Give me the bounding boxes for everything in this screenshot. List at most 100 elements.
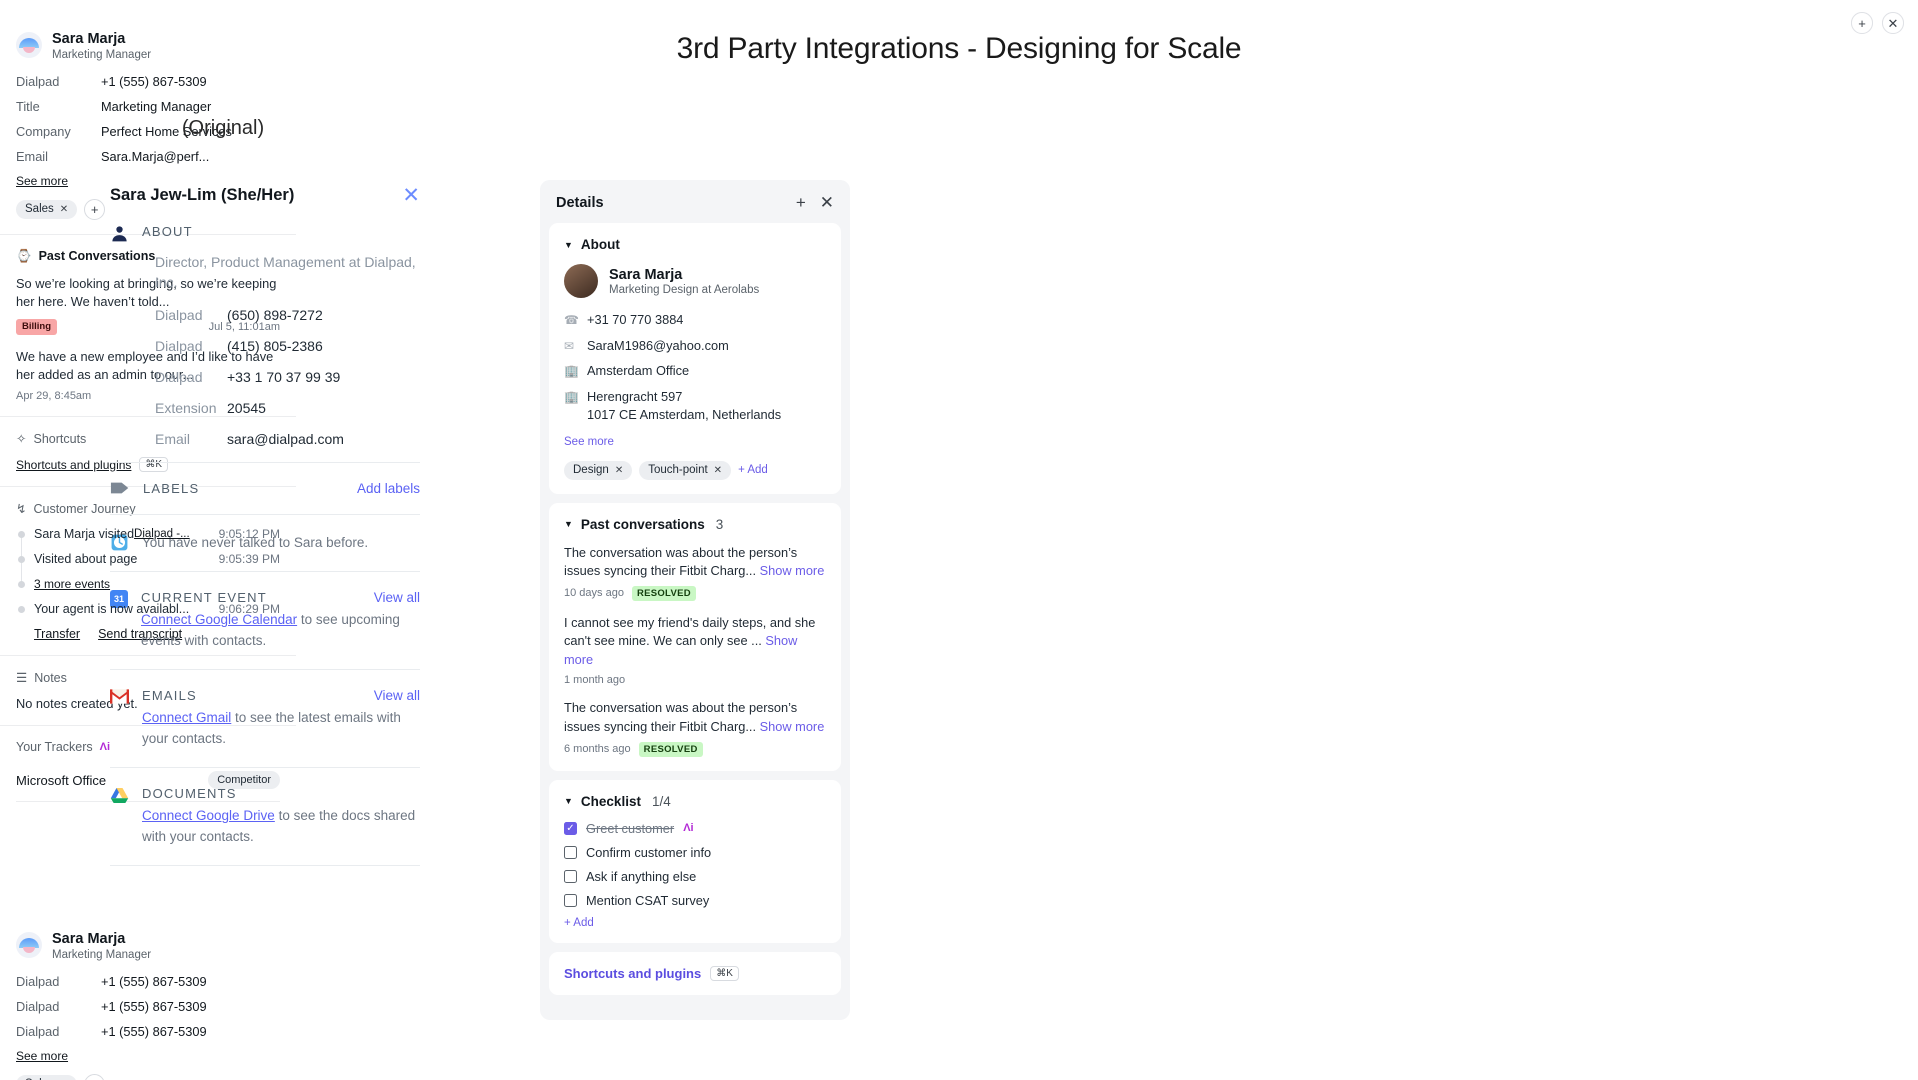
remove-tag-icon[interactable]: ✕ bbox=[60, 204, 68, 215]
more-events-link[interactable]: 3 more events bbox=[34, 577, 110, 591]
email-value: SaraM1986@yahoo.com bbox=[587, 337, 729, 353]
trackers-title: Your Trackers bbox=[16, 740, 93, 755]
about-label: ABOUT bbox=[142, 224, 193, 239]
details-panel: Details + ✕ ▼ About Sara Marja Marketing… bbox=[540, 180, 850, 1020]
address-line-2: 1017 CE Amsterdam, Netherlands bbox=[587, 407, 782, 423]
notes-title: Notes bbox=[34, 670, 67, 685]
conversation-time: 10 days ago bbox=[564, 587, 624, 600]
screenshot-canvas: 3rd Party Integrations - Designing for S… bbox=[0, 0, 1918, 1080]
about-section-header[interactable]: ▼ About bbox=[564, 237, 826, 252]
journey-item: Sara Marja visited Dialpad -... 9:05:12 … bbox=[16, 527, 280, 541]
shortcuts-and-plugins-link[interactable]: Shortcuts and plugins bbox=[564, 966, 701, 981]
add-icon[interactable]: + bbox=[796, 194, 806, 211]
contact-field: Email sara@dialpad.com bbox=[155, 431, 420, 447]
event-view-all-link[interactable]: View all bbox=[374, 590, 420, 605]
conversation-item[interactable]: The conversation was about the person’s … bbox=[564, 544, 826, 601]
checklist-label: Confirm customer info bbox=[586, 844, 712, 860]
remove-tag-icon[interactable]: ✕ bbox=[615, 465, 623, 476]
past-conversations-header[interactable]: ▼ Past conversations 3 bbox=[564, 517, 826, 532]
show-more-link[interactable]: Show more bbox=[760, 563, 825, 578]
show-more-link[interactable]: Show more bbox=[760, 719, 825, 734]
about-card: ▼ About Sara Marja Marketing Design at A… bbox=[549, 223, 841, 494]
emails-view-all-link[interactable]: View all bbox=[374, 688, 420, 703]
labels-title: LABELS bbox=[143, 480, 200, 496]
person-icon bbox=[112, 226, 127, 242]
checklist-title: Checklist bbox=[580, 793, 641, 809]
journey-icon: ↯ bbox=[16, 502, 27, 517]
gmail-icon bbox=[110, 689, 129, 704]
tag-chip[interactable]: Touch-point ✕ bbox=[639, 460, 732, 480]
checklist-item[interactable]: ✓ Greet customer Λi bbox=[564, 821, 826, 836]
email-row: ✉ SaraM1986@yahoo.com bbox=[564, 337, 826, 356]
conversation-item[interactable]: I cannot see my friend's daily steps, an… bbox=[564, 614, 826, 687]
connect-google-drive-link[interactable]: Connect Google Drive bbox=[142, 808, 275, 823]
checkbox-checked[interactable]: ✓ bbox=[564, 821, 577, 835]
field-label: Dialpad bbox=[16, 973, 60, 989]
tag-label: Sales bbox=[25, 203, 54, 216]
tag-chip[interactable]: Sales ✕ bbox=[16, 1074, 78, 1080]
close-icon[interactable]: ✕ bbox=[820, 194, 834, 211]
checklist-item[interactable]: Mention CSAT survey bbox=[564, 893, 826, 908]
conversation-time: 1 month ago bbox=[564, 674, 626, 687]
panel4-header-buttons: + ✕ bbox=[1851, 12, 1904, 34]
field-value: Marketing Manager bbox=[101, 98, 212, 114]
tag-label: Design bbox=[573, 464, 609, 477]
panel1-header: Sara Jew-Lim (She/Her) ✕ bbox=[110, 185, 420, 220]
tag-chip[interactable]: Sales ✕ bbox=[16, 199, 78, 219]
checklist-item[interactable]: Ask if anything else bbox=[564, 869, 826, 884]
conversation-item[interactable]: The conversation was about the person’s … bbox=[564, 699, 826, 757]
ai-badge-icon: Λi bbox=[683, 822, 694, 835]
checkbox[interactable] bbox=[564, 869, 577, 883]
field-label: Dialpad bbox=[155, 337, 203, 354]
add-icon[interactable]: + bbox=[1851, 12, 1873, 34]
journey-time: 9:06:29 PM bbox=[218, 602, 280, 617]
checklist-header[interactable]: ▼ Checklist 1/4 bbox=[564, 794, 826, 809]
office-value: Amsterdam Office bbox=[587, 363, 690, 379]
contact-subtitle: Marketing Manager bbox=[52, 948, 152, 961]
checklist-item[interactable]: Confirm customer info bbox=[564, 845, 826, 860]
checklist-label: Mention CSAT survey bbox=[586, 892, 710, 908]
see-more-link[interactable]: See more bbox=[16, 1049, 280, 1063]
office-row: 🏢 Amsterdam Office bbox=[564, 362, 826, 381]
add-tag-button[interactable]: + bbox=[84, 1073, 106, 1080]
add-tag-button[interactable]: + bbox=[84, 198, 106, 220]
contact-field: Dialpad +33 1 70 37 99 39 bbox=[155, 369, 420, 385]
checkbox[interactable] bbox=[564, 845, 577, 859]
field-value: (650) 898-7272 bbox=[227, 306, 323, 323]
close-icon[interactable]: ✕ bbox=[1882, 12, 1904, 34]
connect-gmail-link[interactable]: Connect Gmail bbox=[142, 710, 231, 725]
phone-icon: ☎ bbox=[564, 313, 579, 327]
field-value: 20545 bbox=[227, 399, 266, 416]
avatar bbox=[16, 932, 42, 959]
building-icon: 🏢 bbox=[564, 389, 579, 404]
add-tag-button[interactable]: + Add bbox=[738, 464, 768, 476]
keyboard-shortcut-badge: ⌘K bbox=[710, 965, 739, 981]
about-body: Director, Product Management at Dialpad,… bbox=[110, 252, 420, 447]
contact-name: Sara Marja bbox=[52, 931, 126, 947]
contact-field: Dialpad +1 (555) 867-5309 bbox=[16, 974, 280, 989]
add-labels-link[interactable]: Add labels bbox=[357, 481, 420, 496]
field-label: Email bbox=[16, 148, 48, 164]
field-label: Dialpad bbox=[16, 998, 60, 1014]
tag-chip[interactable]: Design ✕ bbox=[564, 460, 633, 480]
original-label: (Original) bbox=[181, 117, 265, 139]
field-label: Dialpad bbox=[155, 306, 203, 323]
original-contact-panel: Sara Jew-Lim (She/Her) ✕ ABOUT Director,… bbox=[110, 185, 420, 867]
field-label: Dialpad bbox=[16, 1023, 60, 1039]
contact-subtitle: Marketing Design at Aerolabs bbox=[609, 284, 760, 297]
add-checklist-item-button[interactable]: + Add bbox=[564, 917, 826, 929]
contact-summary: Sara Marja Marketing Design at Aerolabs bbox=[564, 264, 826, 298]
field-label: Email bbox=[155, 430, 191, 447]
remove-tag-icon[interactable]: ✕ bbox=[714, 465, 722, 476]
see-more-link[interactable]: See more bbox=[564, 436, 614, 448]
field-label: Title bbox=[16, 98, 40, 114]
checkbox[interactable] bbox=[564, 893, 577, 907]
close-icon[interactable]: ✕ bbox=[402, 185, 420, 206]
contact-block: Sara Marja Marketing Manager Dialpad +1 … bbox=[0, 900, 296, 1080]
notes-lines-icon: ☰ bbox=[16, 671, 28, 686]
field-label: Company bbox=[16, 123, 71, 139]
journey-link[interactable]: Dialpad -... bbox=[134, 528, 190, 540]
transfer-button[interactable]: Transfer bbox=[34, 627, 80, 641]
phone-value: +31 70 770 3884 bbox=[587, 312, 684, 327]
journey-item[interactable]: 3 more events bbox=[16, 577, 280, 591]
